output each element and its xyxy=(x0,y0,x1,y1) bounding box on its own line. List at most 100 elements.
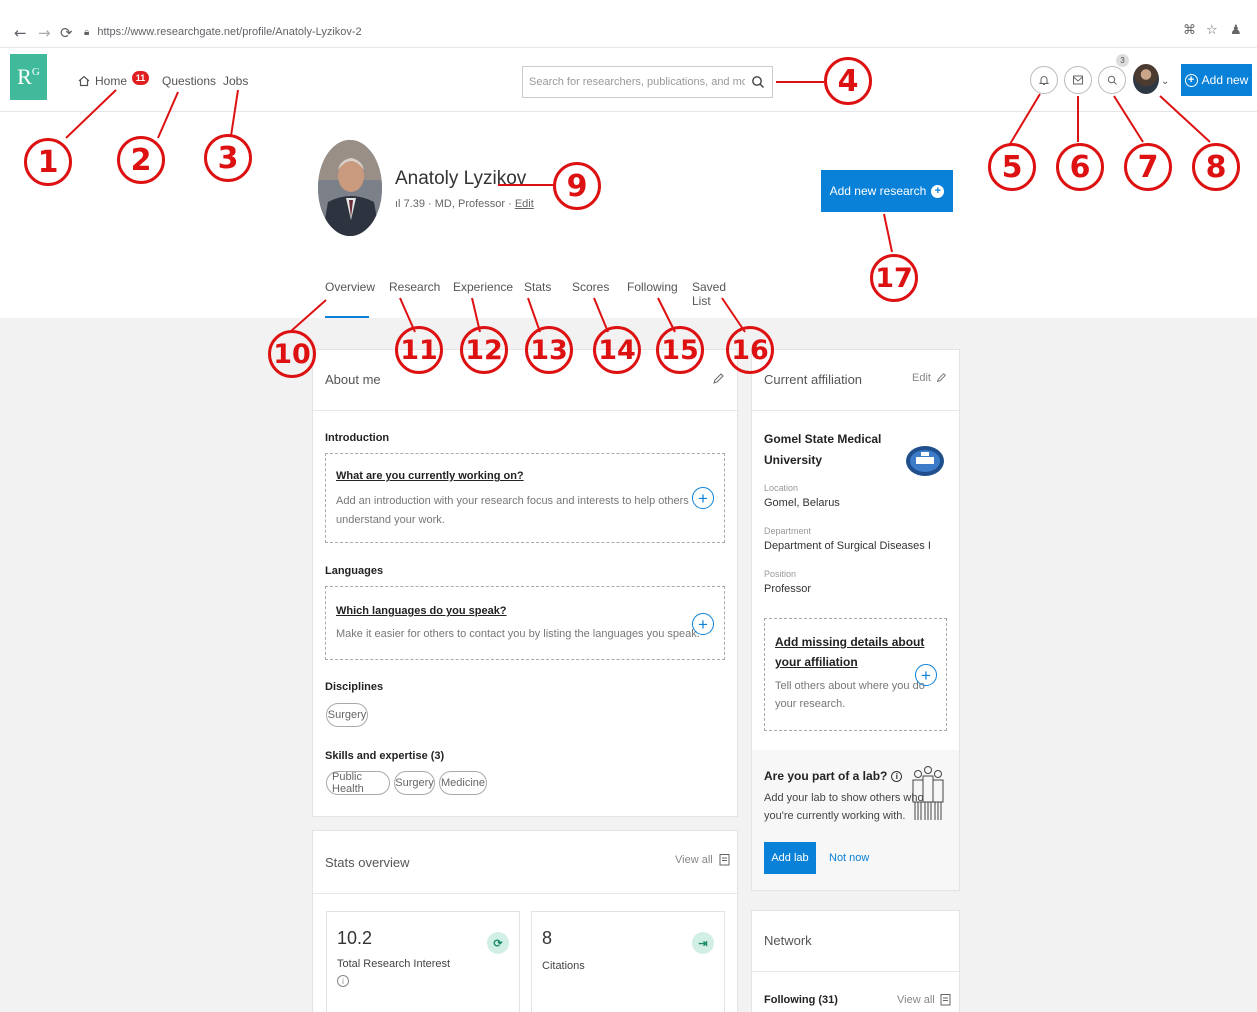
institution-name-1[interactable]: Gomel State Medical xyxy=(764,432,881,446)
lab-prompt: Are you part of a lab? i Add your lab to… xyxy=(752,750,959,890)
requests-button[interactable] xyxy=(1098,66,1126,94)
citations-value: 8 xyxy=(542,928,553,948)
add-new-button[interactable]: + Add new xyxy=(1181,64,1252,96)
researchgate-logo[interactable]: RG xyxy=(10,54,47,100)
tab-research[interactable]: Research xyxy=(389,280,440,318)
back-icon[interactable]: ← xyxy=(14,24,27,42)
edit-profile-link[interactable]: Edit xyxy=(515,198,534,210)
following-count[interactable]: Following (31) xyxy=(764,994,838,1006)
nav-jobs[interactable]: Jobs xyxy=(223,74,248,88)
add-introduction-icon[interactable]: + xyxy=(692,487,714,509)
languages-prompt[interactable]: Which languages do you speak? Make it ea… xyxy=(325,586,725,660)
add-new-research-label: Add new research xyxy=(829,184,927,198)
bookmark-star-icon[interactable]: ☆ xyxy=(1206,23,1218,38)
institution-name-2[interactable]: University xyxy=(764,453,822,467)
annotation-4: 4 xyxy=(824,57,872,105)
lab-title-text: Are you part of a lab? xyxy=(764,769,888,783)
requests-count-badge: 3 xyxy=(1116,54,1129,67)
skill-tag[interactable]: Public Health xyxy=(326,771,390,795)
forward-icon[interactable]: → xyxy=(38,24,51,42)
content-area: About me Introduction What are you curre… xyxy=(0,318,1257,1012)
citations-stat[interactable]: 8 Citations ⇥ xyxy=(531,911,725,1012)
department-value[interactable]: Department of Surgical Diseases I xyxy=(764,540,931,552)
annotation-14: 14 xyxy=(593,326,641,374)
profile-icon[interactable]: ♟ xyxy=(1230,23,1242,38)
nav-home[interactable]: Home 11 xyxy=(78,70,150,88)
info-icon[interactable]: i xyxy=(337,975,349,987)
add-languages-icon[interactable]: + xyxy=(692,613,714,635)
network-view-all-label: View all xyxy=(897,993,935,1006)
annotation-7: 7 xyxy=(1124,143,1172,191)
add-lab-button[interactable]: Add lab xyxy=(764,842,816,874)
tab-overview[interactable]: Overview xyxy=(325,280,375,318)
affiliation-edit[interactable]: Edit xyxy=(912,372,947,384)
tab-stats[interactable]: Stats xyxy=(524,280,551,318)
lab-title: Are you part of a lab? i xyxy=(764,769,903,783)
skill-tag[interactable]: Medicine xyxy=(439,771,487,795)
add-affiliation-details-prompt[interactable]: Add missing details about your affiliati… xyxy=(764,618,947,731)
annotation-16: 16 xyxy=(726,326,774,374)
introduction-label: Introduction xyxy=(325,432,390,444)
disciplines-label: Disciplines xyxy=(325,681,384,693)
annotation-12: 12 xyxy=(460,326,508,374)
languages-question[interactable]: Which languages do you speak? xyxy=(336,605,507,617)
position-value: Professor xyxy=(764,583,812,595)
tab-experience[interactable]: Experience xyxy=(453,280,513,318)
info-icon[interactable]: i xyxy=(891,770,903,782)
current-affiliation-title: Current affiliation xyxy=(764,372,863,387)
search-icon[interactable] xyxy=(751,75,765,89)
address-bar[interactable]: 🔒︎ https://www.researchgate.net/profile/… xyxy=(84,20,1174,44)
network-view-all[interactable]: View all xyxy=(897,993,951,1006)
affiliation-question-2[interactable]: your affiliation xyxy=(775,655,858,669)
plus-circle-icon: + xyxy=(1184,73,1198,87)
tab-following[interactable]: Following xyxy=(627,280,678,318)
tab-scores[interactable]: Scores xyxy=(572,280,609,318)
location-label: Location xyxy=(764,483,799,493)
research-interest-value: 10.2 xyxy=(337,928,373,948)
tab-saved-list[interactable]: Saved List xyxy=(692,280,726,318)
profile-photo[interactable] xyxy=(318,140,382,236)
pencil-icon[interactable] xyxy=(711,372,725,386)
clipboard-icon xyxy=(719,854,730,866)
add-new-label: Add new xyxy=(1201,73,1249,87)
annotation-11: 11 xyxy=(395,326,443,374)
score-icon: ıl xyxy=(395,198,401,210)
location-value: Gomel, Belarus xyxy=(764,497,840,509)
nav-jobs-label: Jobs xyxy=(223,74,249,88)
introduction-prompt[interactable]: What are you currently working on? Add a… xyxy=(325,453,725,543)
not-now-link[interactable]: Not now xyxy=(829,852,869,864)
discipline-tag[interactable]: Surgery xyxy=(326,703,368,727)
annotation-6: 6 xyxy=(1056,143,1104,191)
notifications-button[interactable] xyxy=(1030,66,1058,94)
introduction-desc-2: understand your work. xyxy=(336,514,445,526)
research-interest-icon: ⟳ xyxy=(487,932,509,954)
citations-label: Citations xyxy=(542,960,585,972)
home-notification-badge: 11 xyxy=(132,70,150,85)
position-label: Position xyxy=(764,569,797,579)
skill-tag[interactable]: Surgery xyxy=(394,771,435,795)
research-interest-stat[interactable]: 10.2 Total Research Interest i ⟳ xyxy=(326,911,520,1012)
affiliation-question-1[interactable]: Add missing details about xyxy=(775,635,924,649)
introduction-question[interactable]: What are you currently working on? xyxy=(336,470,524,482)
stats-view-all[interactable]: View all xyxy=(675,853,730,866)
add-affiliation-icon[interactable]: + xyxy=(915,664,937,686)
add-new-research-button[interactable]: Add new research + xyxy=(821,170,953,212)
annotation-10: 10 xyxy=(268,330,316,378)
annotation-13: 13 xyxy=(525,326,573,374)
browser-toolbar: ← → ⟳ 🔒︎ https://www.researchgate.net/pr… xyxy=(0,0,1257,48)
lock-icon: 🔒︎ xyxy=(84,26,90,38)
messages-button[interactable] xyxy=(1064,66,1092,94)
lab-desc-2: you're currently working with. xyxy=(764,810,906,822)
citations-icon: ⇥ xyxy=(692,932,714,954)
reload-icon[interactable]: ⟳ xyxy=(60,24,73,42)
annotation-5: 5 xyxy=(988,143,1036,191)
rg-score: 7.39 xyxy=(403,198,425,210)
chevron-down-icon[interactable]: ⌄ xyxy=(1161,76,1169,87)
user-avatar[interactable] xyxy=(1133,64,1159,94)
nav-questions[interactable]: Questions xyxy=(162,74,216,88)
nav-questions-label: Questions xyxy=(162,74,217,88)
search-input[interactable] xyxy=(529,76,745,88)
translate-icon[interactable]: ⌘ xyxy=(1183,23,1196,38)
profile-meta: ıl 7.39 · MD, Professor · Edit xyxy=(395,198,534,210)
languages-label: Languages xyxy=(325,565,384,577)
